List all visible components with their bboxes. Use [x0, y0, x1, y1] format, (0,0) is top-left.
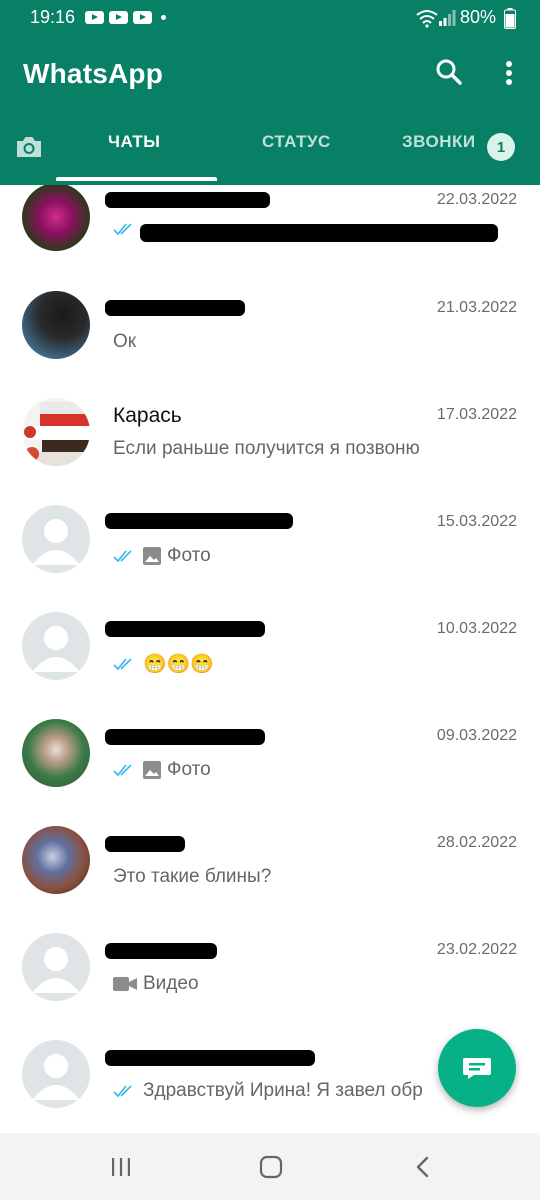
read-ticks-icon — [113, 658, 132, 671]
camera-tab[interactable] — [9, 127, 49, 167]
chat-preview: Это такие блины? — [113, 866, 271, 888]
chat-row[interactable]: 10.03.2022 😁😁😁 — [0, 586, 540, 693]
redacted-name — [105, 836, 185, 852]
chat-preview: Здравствуй Ирина! Я завел обр — [113, 1080, 423, 1102]
tab-status[interactable]: СТАТУС — [262, 132, 331, 152]
youtube-notification-icon — [133, 11, 152, 24]
chat-date: 15.03.2022 — [436, 513, 517, 530]
chat-preview-text: Это такие блины? — [113, 866, 272, 887]
youtube-notification-icon — [109, 11, 128, 24]
chat-preview — [113, 222, 137, 236]
chat-date: 23.02.2022 — [436, 941, 517, 958]
chat-date: 10.03.2022 — [436, 620, 517, 637]
read-ticks-icon — [113, 764, 132, 777]
chat-name: Карась — [113, 404, 182, 427]
chat-preview: Фото — [113, 759, 211, 781]
more-options-button[interactable] — [489, 53, 529, 93]
chat-row[interactable]: 22.03.2022 — [0, 185, 540, 265]
chat-preview-text: Видео — [143, 973, 199, 994]
chat-preview-text: 😁😁😁 — [143, 654, 214, 675]
chat-preview: Ок — [113, 331, 136, 353]
fish-sign-image — [22, 398, 90, 466]
signal-icon — [439, 10, 456, 26]
read-ticks-icon — [113, 550, 132, 563]
home-button[interactable] — [251, 1151, 291, 1183]
active-tab-indicator — [56, 177, 217, 181]
chat-preview-text: Фото — [167, 759, 211, 780]
tab-chats[interactable]: ЧАТЫ — [108, 132, 160, 152]
recent-apps-button[interactable] — [101, 1151, 141, 1183]
chat-date: 09.03.2022 — [436, 727, 517, 744]
back-icon — [416, 1156, 429, 1178]
calls-badge: 1 — [487, 133, 515, 161]
redacted-name — [105, 729, 265, 745]
youtube-notification-icon — [85, 11, 104, 24]
default-avatar-icon — [32, 626, 80, 672]
chat-row[interactable]: 15.03.2022 Фото — [0, 479, 540, 586]
read-ticks-icon — [113, 223, 132, 236]
chat-row[interactable]: 09.03.2022 Фото — [0, 693, 540, 800]
search-button[interactable] — [429, 52, 469, 92]
photo-icon — [143, 547, 161, 565]
read-ticks-icon — [113, 1085, 132, 1098]
chat-date: 28.02.2022 — [436, 834, 517, 851]
more-notifications-dot-icon — [161, 15, 166, 20]
chat-row[interactable]: 28.02.2022 Это такие блины? — [0, 800, 540, 907]
chat-preview: Видео — [113, 973, 199, 995]
camera-icon — [17, 137, 41, 157]
redacted-name — [105, 513, 293, 529]
chat-preview: Фото — [113, 545, 211, 567]
app-title: WhatsApp — [23, 58, 164, 89]
new-chat-icon — [463, 1058, 491, 1079]
new-chat-button[interactable] — [438, 1029, 516, 1107]
default-avatar-icon — [32, 947, 80, 993]
redacted-name — [105, 943, 217, 959]
more-vertical-icon — [506, 61, 512, 85]
app-bar: WhatsApp ЧАТЫ СТАТУС ЗВОНКИ 1 — [0, 36, 540, 185]
chat-row[interactable]: Карась 17.03.2022 Если раньше получится … — [0, 372, 540, 479]
tab-calls[interactable]: ЗВОНКИ — [402, 132, 476, 152]
back-button[interactable] — [403, 1151, 443, 1183]
battery-percent: 80% — [460, 7, 497, 27]
wifi-icon — [416, 10, 438, 28]
chat-row[interactable]: 23.02.2022 Видео — [0, 907, 540, 1014]
redacted-name — [105, 621, 265, 637]
avatar — [22, 719, 90, 787]
avatar — [22, 1040, 90, 1108]
default-avatar-icon — [32, 1054, 80, 1100]
battery-icon — [504, 8, 516, 29]
chat-preview: 😁😁😁 — [113, 652, 214, 676]
status-time: 19:16 — [30, 7, 76, 27]
avatar — [22, 398, 90, 466]
chat-date: 17.03.2022 — [436, 406, 517, 423]
video-icon — [113, 977, 137, 991]
avatar — [22, 185, 90, 251]
redacted-name — [105, 1050, 315, 1066]
avatar — [22, 291, 90, 359]
home-icon — [259, 1155, 283, 1179]
chat-preview-text: Ок — [113, 331, 137, 352]
avatar — [22, 505, 90, 573]
whatsapp-screen: 19:16 80% WhatsApp ЧАТЫ СТАТУС ЗВОНКИ 1 … — [0, 0, 540, 1200]
photo-icon — [143, 761, 161, 779]
system-nav-bar — [0, 1133, 540, 1200]
chat-preview: Если раньше получится я позвоню — [113, 438, 420, 460]
chat-date: 22.03.2022 — [436, 191, 517, 208]
chat-preview-text: Если раньше получится я позвоню — [113, 438, 420, 459]
chat-preview-text: Фото — [167, 545, 211, 566]
status-bar: 19:16 80% — [0, 0, 540, 36]
chat-list: 22.03.2022 21.03.2022 Ок Карась 17.03.20… — [0, 185, 540, 1133]
chat-preview-text: Здравствуй Ирина! Я завел обр — [143, 1080, 423, 1101]
avatar — [22, 933, 90, 1001]
redacted-name — [105, 300, 245, 316]
recent-apps-icon — [112, 1158, 130, 1176]
avatar — [22, 826, 90, 894]
redacted-preview — [140, 224, 498, 242]
default-avatar-icon — [32, 519, 80, 565]
redacted-name — [105, 192, 270, 208]
chat-date: 21.03.2022 — [436, 299, 517, 316]
avatar — [22, 612, 90, 680]
chat-row[interactable]: 21.03.2022 Ок — [0, 265, 540, 372]
search-icon — [436, 59, 462, 85]
